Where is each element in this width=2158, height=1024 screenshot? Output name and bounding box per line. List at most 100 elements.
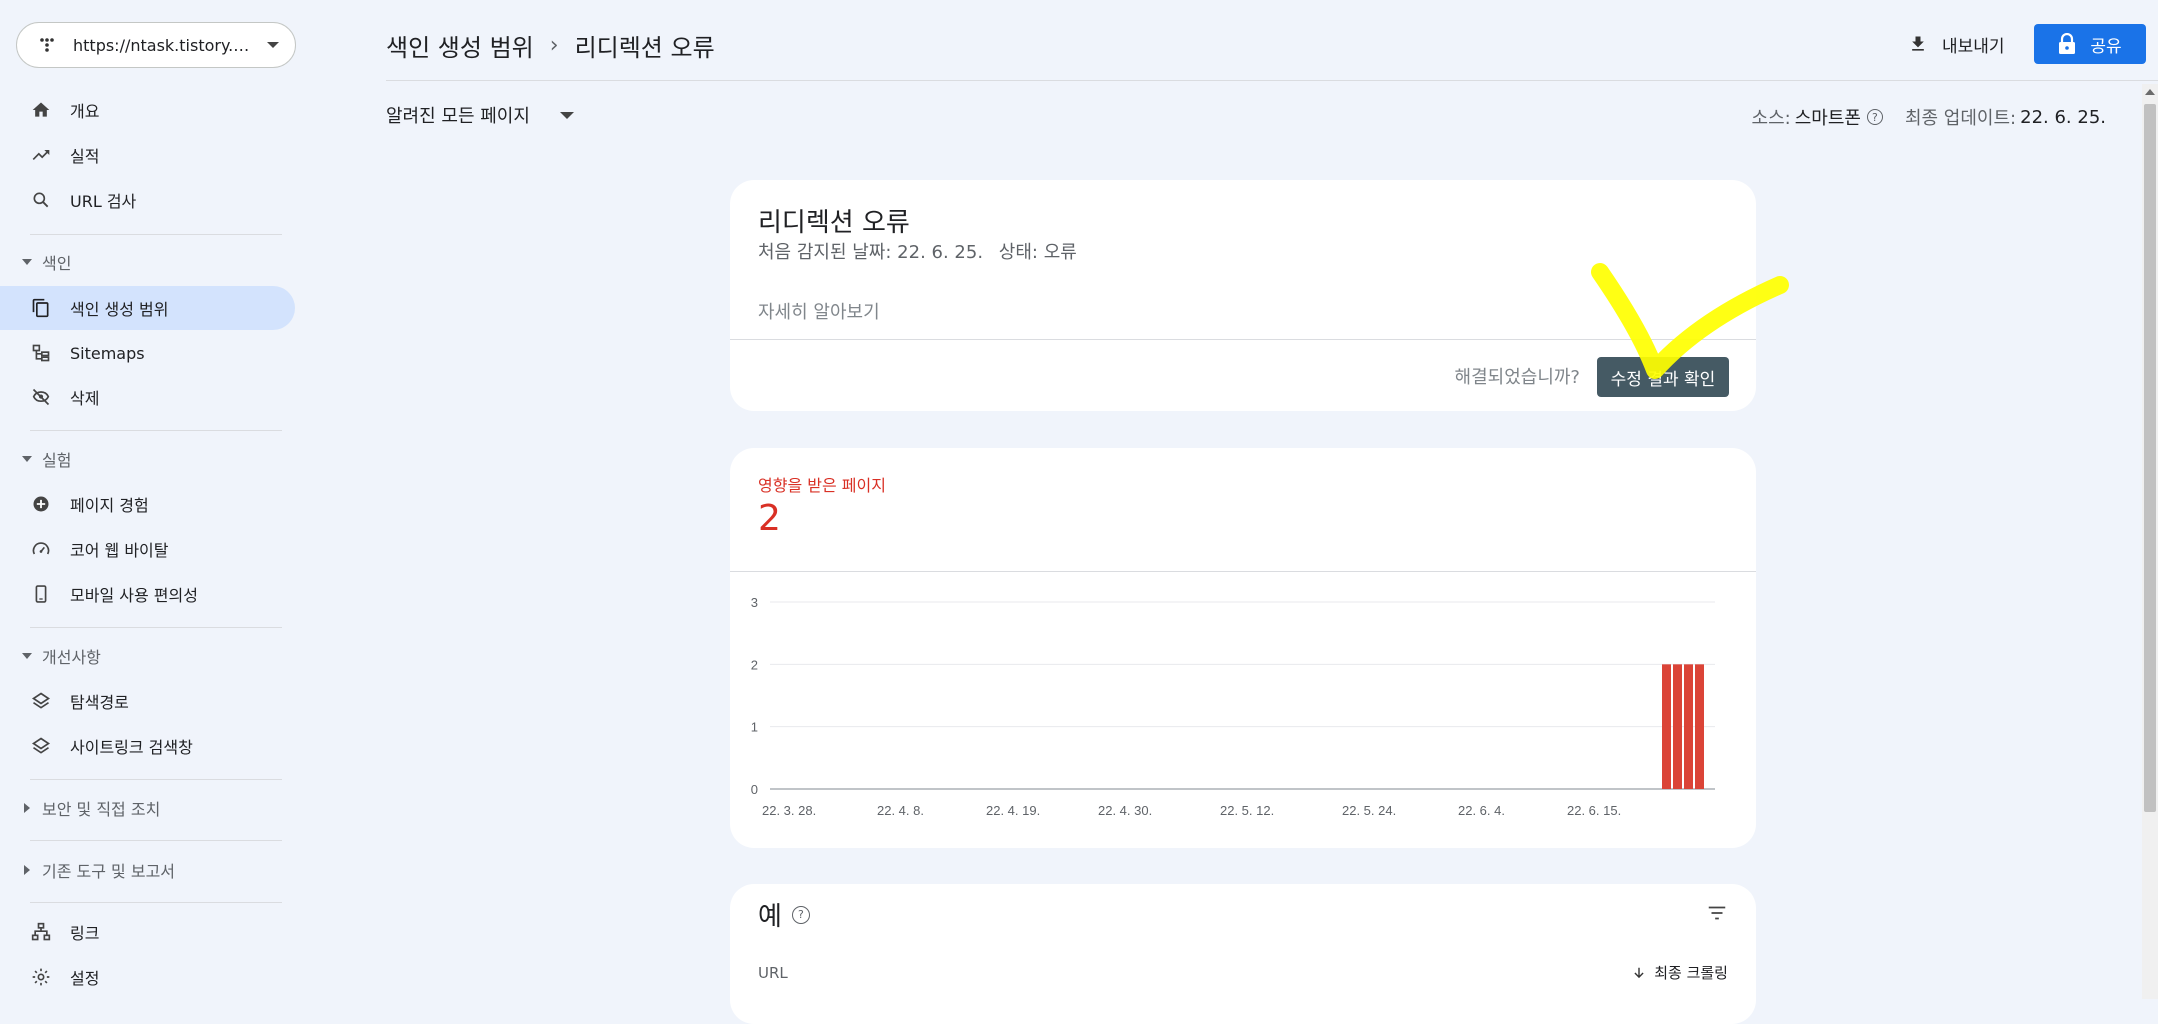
file-copy-icon — [30, 297, 52, 319]
section-label: 개선사항 — [42, 648, 101, 667]
collapse-arrow-icon — [24, 865, 30, 875]
x-tick-label: 22. 5. 24. — [1342, 803, 1396, 818]
url-column-header[interactable]: URL — [758, 964, 788, 982]
sidebar-item-core-web-vitals[interactable]: 코어 웹 바이탈 — [0, 527, 295, 571]
sidebar-item-sitemaps[interactable]: Sitemaps — [0, 331, 295, 375]
chevron-right-icon: › — [549, 33, 559, 58]
last-crawl-label: 최종 크롤링 — [1654, 964, 1728, 982]
page-filter-dropdown[interactable]: 알려진 모든 페이지 — [386, 102, 574, 128]
page-filter-label: 알려진 모든 페이지 — [386, 106, 530, 127]
affected-pages-chart: 0 1 2 3 22. 3. 28. 22. 4. 8. 22. 4. 19. 22. 4. … — [751, 595, 1715, 818]
add-circle-icon — [30, 493, 52, 515]
sidebar-divider — [30, 234, 282, 235]
gear-icon — [30, 966, 52, 988]
expand-arrow-icon — [22, 456, 32, 462]
sidebar-section-enhancements[interactable]: 개선사항 — [0, 636, 295, 676]
last-updated-value: 22. 6. 25. — [2020, 106, 2106, 128]
x-tick-label: 22. 6. 4. — [1458, 803, 1505, 818]
sidebar-divider — [30, 840, 282, 841]
x-tick-label: 22. 5. 12. — [1220, 803, 1274, 818]
sidebar-section-legacy[interactable]: 기존 도구 및 보고서 — [0, 850, 295, 890]
chart-bar[interactable] — [1673, 664, 1682, 789]
first-detected-label: 처음 감지된 날짜: — [758, 242, 892, 263]
search-icon — [30, 189, 52, 211]
first-detected-value: 22. 6. 25. — [897, 242, 984, 263]
sidebar-item-sitelinks-searchbox[interactable]: 사이트링크 검색창 — [0, 724, 295, 768]
chevron-down-icon — [559, 111, 574, 119]
section-label: 실험 — [42, 451, 72, 470]
sidebar-section-index[interactable]: 색인 — [0, 242, 295, 282]
x-tick-label: 22. 4. 30. — [1098, 803, 1152, 818]
help-icon[interactable]: ? — [1866, 109, 1883, 125]
property-url: https://ntask.tistory.com/ — [73, 35, 253, 55]
sidebar-section-security[interactable]: 보안 및 직접 조치 — [0, 788, 295, 828]
sidebar-item-mobile-usability[interactable]: 모바일 사용 편의성 — [0, 572, 295, 616]
sidebar-item-label: 탐색경로 — [70, 693, 129, 712]
export-button[interactable]: 내보내기 — [1908, 26, 2005, 62]
issue-details-card: 리디렉션 오류 처음 감지된 날짜: 22. 6. 25. 상태: 오류 자세히… — [730, 180, 1756, 411]
card-divider — [730, 571, 1756, 572]
sidebar-item-url-inspection[interactable]: URL 검사 — [0, 178, 295, 222]
y-tick-label: 2 — [751, 657, 758, 672]
home-icon — [30, 99, 52, 121]
arrow-down-icon — [1632, 966, 1646, 980]
chart-bar[interactable] — [1695, 664, 1704, 789]
source-value: 스마트폰 — [1794, 108, 1861, 129]
sidebar-item-removals[interactable]: 삭제 — [0, 375, 295, 419]
scroll-up-icon[interactable] — [2145, 89, 2155, 95]
affected-pages-label: 영향을 받은 페이지 — [758, 476, 886, 495]
sidebar-item-overview[interactable]: 개요 — [0, 88, 295, 132]
chart-bar[interactable] — [1662, 664, 1671, 789]
last-crawl-column-header[interactable]: 최종 크롤링 — [1632, 962, 1728, 983]
breadcrumb-parent-link[interactable]: 색인 생성 범위 — [386, 28, 534, 63]
sidebar-item-coverage[interactable]: 색인 생성 범위 — [0, 286, 295, 330]
sidebar-item-performance[interactable]: 실적 — [0, 133, 295, 177]
x-tick-label: 22. 3. 28. — [762, 803, 816, 818]
visibility-off-icon — [30, 386, 52, 408]
y-tick-label: 1 — [751, 720, 758, 735]
issue-title: 리디렉션 오류 — [758, 208, 910, 238]
sidebar-item-label: URL 검사 — [70, 192, 137, 211]
source-info: 소스: 스마트폰 ? 최종 업데이트: 22. 6. 25. — [1752, 104, 2106, 130]
property-selector[interactable]: https://ntask.tistory.com/ — [16, 22, 296, 68]
sidebar-item-label: 링크 — [70, 924, 100, 943]
resolved-question: 해결되었습니까? — [1454, 367, 1580, 388]
sidebar-item-breadcrumbs[interactable]: 탐색경로 — [0, 679, 295, 723]
expand-arrow-icon — [22, 653, 32, 659]
sidebar-item-label: 페이지 경험 — [70, 496, 149, 515]
learn-more-link[interactable]: 자세히 알아보기 — [758, 298, 880, 324]
layers-icon — [30, 735, 52, 757]
trending-up-icon — [30, 144, 52, 166]
x-tick-label: 22. 4. 19. — [986, 803, 1040, 818]
sidebar-item-label: 설정 — [70, 969, 100, 988]
validate-fix-button[interactable]: 수정 결과 확인 — [1597, 357, 1729, 397]
source-label: 소스: — [1751, 108, 1791, 129]
download-icon — [1908, 34, 1928, 54]
sidebar-item-links[interactable]: 링크 — [0, 910, 295, 954]
sidebar-section-experience[interactable]: 실험 — [0, 439, 295, 479]
scrollbar-thumb[interactable] — [2144, 104, 2156, 812]
export-label: 내보내기 — [1942, 36, 2005, 57]
section-label: 보안 및 직접 조치 — [42, 800, 161, 819]
sidebar-item-settings[interactable]: 설정 — [0, 955, 295, 999]
sidebar-item-page-experience[interactable]: 페이지 경험 — [0, 482, 295, 526]
status-label: 상태: — [998, 242, 1038, 263]
x-tick-label: 22. 4. 8. — [877, 803, 924, 818]
sitemap-icon — [30, 342, 52, 364]
status-value: 오류 — [1043, 242, 1077, 263]
help-icon[interactable]: ? — [791, 905, 810, 924]
sidebar-item-label: Sitemaps — [70, 343, 145, 363]
affected-pages-count: 2 — [758, 498, 781, 539]
collapse-arrow-icon — [24, 803, 30, 813]
sidebar-divider — [30, 779, 282, 780]
y-tick-label: 3 — [751, 595, 758, 610]
sidebar-item-label: 개요 — [70, 102, 100, 121]
filter-list-icon[interactable] — [1706, 902, 1728, 928]
share-button[interactable]: 공유 — [2034, 24, 2146, 64]
card-divider — [730, 339, 1756, 340]
expand-arrow-icon — [22, 259, 32, 265]
chart-bar[interactable] — [1684, 664, 1693, 789]
layers-icon — [30, 690, 52, 712]
y-tick-label: 0 — [751, 782, 758, 797]
tistory-logo-icon — [37, 35, 57, 55]
